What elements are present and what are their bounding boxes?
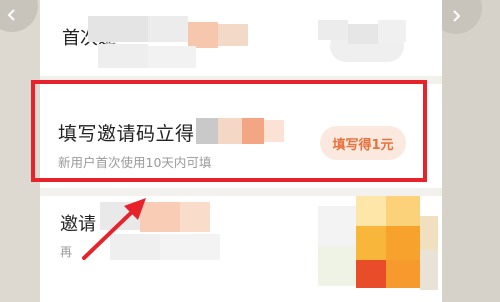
pointer-arrow-icon bbox=[82, 198, 146, 260]
